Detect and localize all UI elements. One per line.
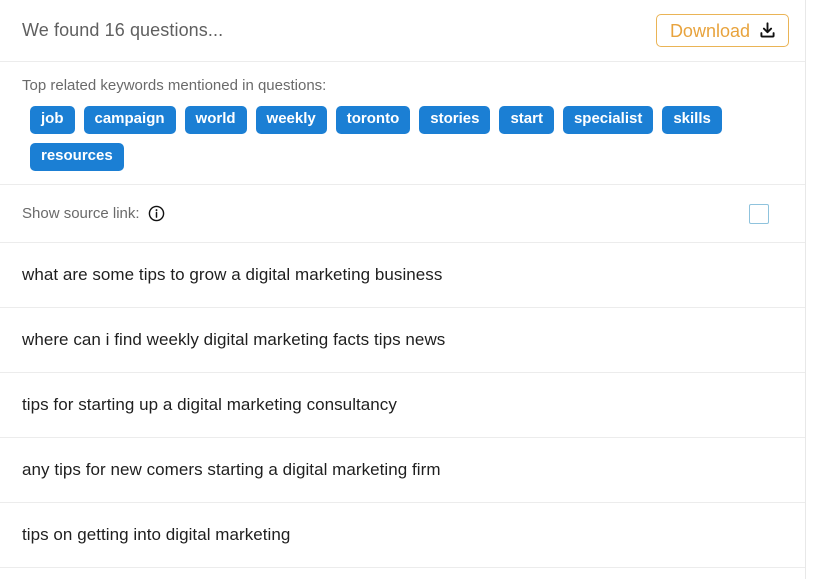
question-row[interactable]: tips on getting into digital marketing <box>0 503 805 568</box>
keyword-tag[interactable]: weekly <box>255 106 327 134</box>
question-text: where can i find weekly digital marketin… <box>22 330 446 349</box>
keyword-tag[interactable]: job <box>30 106 75 134</box>
results-card: We found 16 questions... Download Top re… <box>0 0 806 579</box>
keyword-tag[interactable]: specialist <box>562 106 654 134</box>
keyword-tag[interactable]: start <box>499 106 554 134</box>
download-button[interactable]: Download <box>655 14 789 47</box>
keyword-tag[interactable]: campaign <box>83 106 176 134</box>
question-text: any tips for new comers starting a digit… <box>22 460 441 479</box>
results-panel: We found 16 questions... Download Top re… <box>0 0 822 579</box>
question-text: what are some tips to grow a digital mar… <box>22 265 443 284</box>
question-row[interactable]: tips for starting up a digital marketing… <box>0 373 805 438</box>
question-row[interactable]: what are some tips to grow a digital mar… <box>0 243 805 308</box>
results-header: We found 16 questions... Download <box>0 0 805 62</box>
download-icon <box>758 21 777 40</box>
keyword-tag[interactable]: toronto <box>335 106 411 134</box>
question-row[interactable]: any tips for new comers starting a digit… <box>0 438 805 503</box>
download-button-label: Download <box>669 20 750 41</box>
info-circle-icon[interactable] <box>148 205 165 222</box>
show-source-link-label-group: Show source link: <box>22 205 165 222</box>
question-row[interactable]: where can i find weekly digital marketin… <box>0 308 805 373</box>
keyword-tag[interactable]: world <box>184 106 247 134</box>
show-source-link-checkbox[interactable] <box>749 203 769 224</box>
show-source-link-label: Show source link: <box>22 205 140 222</box>
results-count-text: We found 16 questions... <box>22 20 224 40</box>
keyword-tag[interactable]: skills <box>662 106 722 134</box>
question-text: tips on getting into digital marketing <box>22 525 291 544</box>
keywords-section: Top related keywords mentioned in questi… <box>0 62 805 185</box>
keywords-title: Top related keywords mentioned in questi… <box>22 77 327 94</box>
question-text: tips for starting up a digital marketing… <box>22 395 397 414</box>
keyword-tag[interactable]: resources <box>30 142 124 171</box>
keyword-tag[interactable]: stories <box>419 106 491 134</box>
keyword-tag-list: job campaign world weekly toronto storie… <box>22 106 789 171</box>
show-source-link-row: Show source link: <box>0 185 805 243</box>
